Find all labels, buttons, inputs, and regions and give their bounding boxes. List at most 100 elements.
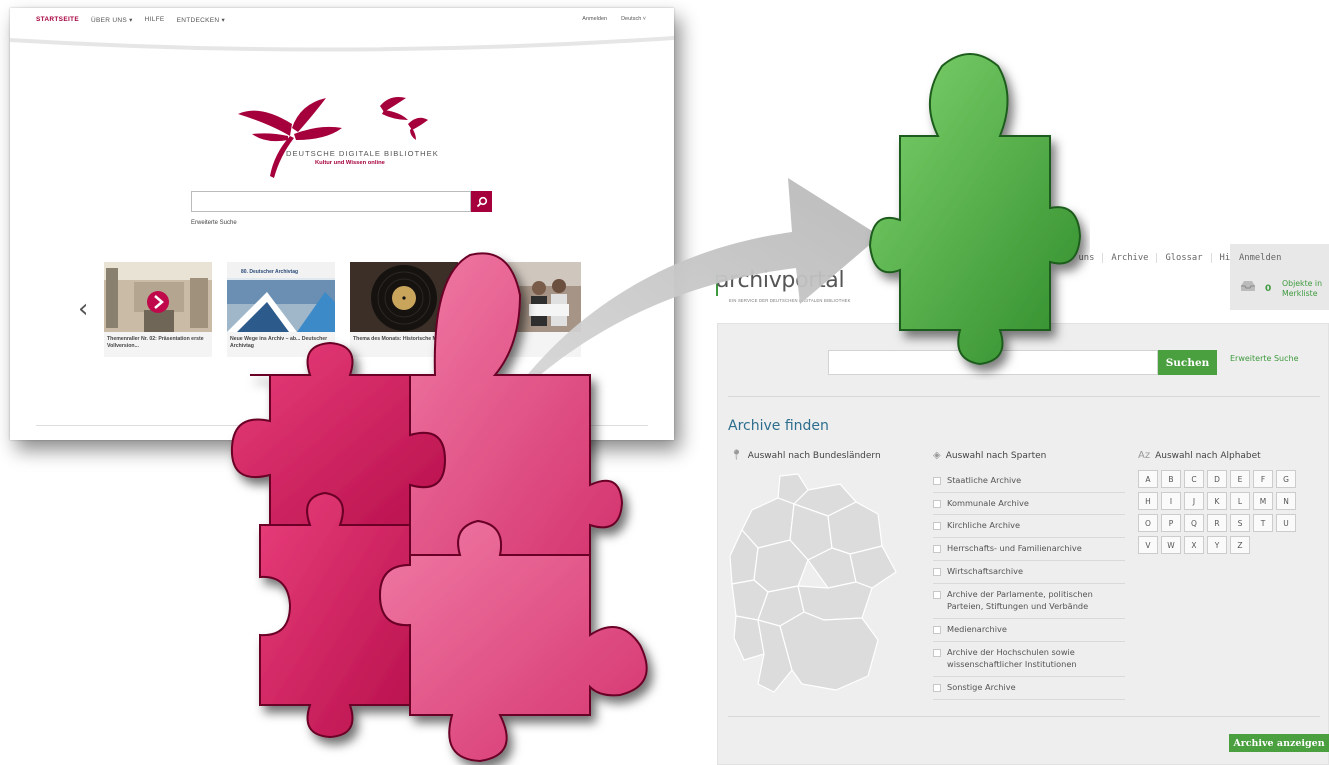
- archive-type-label: Archive der Hochschulen sowie wissenscha…: [947, 646, 1077, 670]
- letter-button[interactable]: M: [1253, 492, 1273, 510]
- map-pin-icon: 📍︎: [730, 450, 743, 461]
- ddb-search-input[interactable]: [191, 191, 471, 212]
- nav-archive-link[interactable]: Archive: [1103, 253, 1158, 263]
- letter-button[interactable]: C: [1184, 470, 1204, 488]
- archive-type-option[interactable]: Sonstige Archive: [933, 677, 1125, 700]
- archive-type-option[interactable]: Wirtschaftsarchive: [933, 561, 1125, 584]
- letter-button[interactable]: T: [1253, 514, 1273, 532]
- archive-type-option[interactable]: Medienarchive: [933, 619, 1125, 642]
- checkbox[interactable]: [933, 590, 941, 599]
- archive-type-option[interactable]: Archive der Parlamente, politischen Part…: [933, 584, 1125, 619]
- nav-entdecken[interactable]: ENTDECKEN ▾: [177, 16, 225, 24]
- alphabet-column-label: Auswahl nach Alphabet: [1155, 450, 1261, 461]
- alphabet-column-title: Aᴢ Auswahl nach Alphabet: [1138, 450, 1261, 461]
- archivportal-tagline: EIN SERVICE DER DEUTSCHEN DIGITALEN BIBL…: [729, 298, 851, 303]
- archive-type-label: Kommunale Archive: [947, 497, 1029, 508]
- carousel-card[interactable]: Themenraller Nr. 02: Präsentation erste …: [104, 262, 212, 357]
- letter-button[interactable]: O: [1138, 514, 1158, 532]
- checkbox[interactable]: [933, 684, 941, 693]
- tag-icon: ◈: [933, 450, 941, 461]
- checkbox[interactable]: [933, 522, 941, 531]
- letter-button[interactable]: R: [1207, 514, 1227, 532]
- nav-hilfe[interactable]: HILFE: [145, 16, 165, 24]
- nav-anmelden[interactable]: Anmelden: [582, 16, 607, 22]
- archive-type-option[interactable]: Archive der Hochschulen sowie wissenscha…: [933, 642, 1125, 678]
- letter-button[interactable]: Q: [1184, 514, 1204, 532]
- types-column-title: ◈ Auswahl nach Sparten: [933, 450, 1046, 461]
- letter-button[interactable]: J: [1184, 492, 1204, 510]
- archive-type-label: Staatliche Archive: [947, 475, 1022, 485]
- letter-button[interactable]: A: [1138, 470, 1158, 488]
- letter-button[interactable]: U: [1276, 514, 1296, 532]
- letter-button[interactable]: S: [1230, 514, 1250, 532]
- germany-map[interactable]: [728, 470, 898, 700]
- archive-type-option[interactable]: Kirchliche Archive: [933, 515, 1125, 539]
- letter-button[interactable]: L: [1230, 492, 1250, 510]
- letter-button[interactable]: G: [1276, 470, 1296, 488]
- extended-search-link[interactable]: Erweiterte Suche: [1230, 354, 1299, 363]
- search-icon: [476, 196, 487, 207]
- header-swoosh: [10, 36, 674, 52]
- letter-button[interactable]: B: [1161, 470, 1181, 488]
- show-archives-button[interactable]: Archive anzeigen: [1229, 734, 1329, 752]
- carousel-prev-icon[interactable]: ‹: [78, 296, 88, 322]
- letter-button[interactable]: H: [1138, 492, 1158, 510]
- letter-button[interactable]: I: [1161, 492, 1181, 510]
- checkbox[interactable]: [933, 625, 941, 634]
- archive-type-option[interactable]: Kommunale Archive: [933, 493, 1125, 516]
- letter-button[interactable]: W: [1161, 536, 1181, 554]
- search-button[interactable]: Suchen: [1158, 350, 1217, 375]
- archive-type-label: Medienarchive: [947, 623, 1007, 634]
- ddb-search-button[interactable]: [471, 191, 492, 212]
- ddb-extended-search-link[interactable]: Erweiterte Suche: [191, 220, 237, 226]
- merkliste-label-line1: Objekte in: [1282, 279, 1323, 288]
- archivportal-logo[interactable]: archivportal: [716, 268, 845, 293]
- login-merkliste-box: Anmelden 0 Objekte in Merkliste: [1230, 244, 1329, 310]
- merkliste-count: 0: [1265, 284, 1272, 294]
- archive-finden-heading: Archive finden: [728, 418, 829, 434]
- letter-button[interactable]: X: [1184, 536, 1204, 554]
- states-column-label: Auswahl nach Bundesländern: [747, 450, 881, 461]
- logo-subtitle: Kultur und Wissen online: [315, 160, 385, 166]
- ddb-logo: [238, 97, 428, 178]
- letter-button[interactable]: N: [1276, 492, 1296, 510]
- az-sort-icon: Aᴢ: [1138, 450, 1151, 461]
- letter-button[interactable]: V: [1138, 536, 1158, 554]
- nav-glossar-link[interactable]: Glossar: [1157, 253, 1212, 263]
- merkliste-label-line2: Merkliste: [1282, 289, 1318, 299]
- letter-button[interactable]: P: [1161, 514, 1181, 532]
- letter-button[interactable]: F: [1253, 470, 1273, 488]
- panel-divider-bottom: [728, 716, 1320, 717]
- letter-button[interactable]: E: [1230, 470, 1250, 488]
- login-link[interactable]: Anmelden: [1239, 253, 1281, 263]
- pink-puzzle-icon: [230, 252, 648, 763]
- archive-type-label: Sonstige Archive: [947, 682, 1016, 693]
- letter-button[interactable]: K: [1207, 492, 1227, 510]
- checkbox[interactable]: [933, 499, 941, 508]
- archive-search-panel: Suchen Erweiterte Suche Archive finden 📍…: [717, 323, 1329, 765]
- archive-type-label: Wirtschaftsarchive: [947, 565, 1024, 576]
- card-caption: Themenraller Nr. 02: Präsentation erste …: [107, 336, 204, 350]
- letter-button[interactable]: Z: [1230, 536, 1250, 554]
- letter-button[interactable]: Y: [1207, 536, 1227, 554]
- archive-type-label: Kirchliche Archive: [947, 520, 1021, 531]
- green-puzzle-icon: [868, 53, 1082, 366]
- inbox-tray-icon[interactable]: [1240, 280, 1256, 292]
- archive-type-label: Herrschafts- und Familienarchive: [947, 543, 1082, 554]
- checkbox[interactable]: [933, 545, 941, 554]
- merkliste-link[interactable]: Objekte in Merkliste: [1282, 279, 1322, 299]
- archive-type-option[interactable]: Staatliche Archive: [933, 470, 1125, 493]
- nav-startseite[interactable]: STARTSEITE: [36, 16, 79, 24]
- nav-ueber-uns[interactable]: ÜBER UNS ▾: [91, 16, 133, 24]
- language-select[interactable]: Deutsch ˅: [621, 16, 646, 22]
- states-column-title: 📍︎ Auswahl nach Bundesländern: [730, 450, 881, 461]
- panel-divider: [728, 396, 1320, 397]
- letter-button[interactable]: D: [1207, 470, 1227, 488]
- checkbox[interactable]: [933, 567, 941, 576]
- archive-type-option[interactable]: Herrschafts- und Familienarchive: [933, 538, 1125, 561]
- checkbox[interactable]: [933, 477, 941, 485]
- logo-title: DEUTSCHE DIGITALE BIBLIOTHEK: [286, 149, 439, 158]
- alphabet-grid: A B C D E F G H I J K L M N O P Q R S T …: [1138, 470, 1318, 554]
- checkbox[interactable]: [933, 648, 941, 657]
- card-image: [104, 262, 212, 332]
